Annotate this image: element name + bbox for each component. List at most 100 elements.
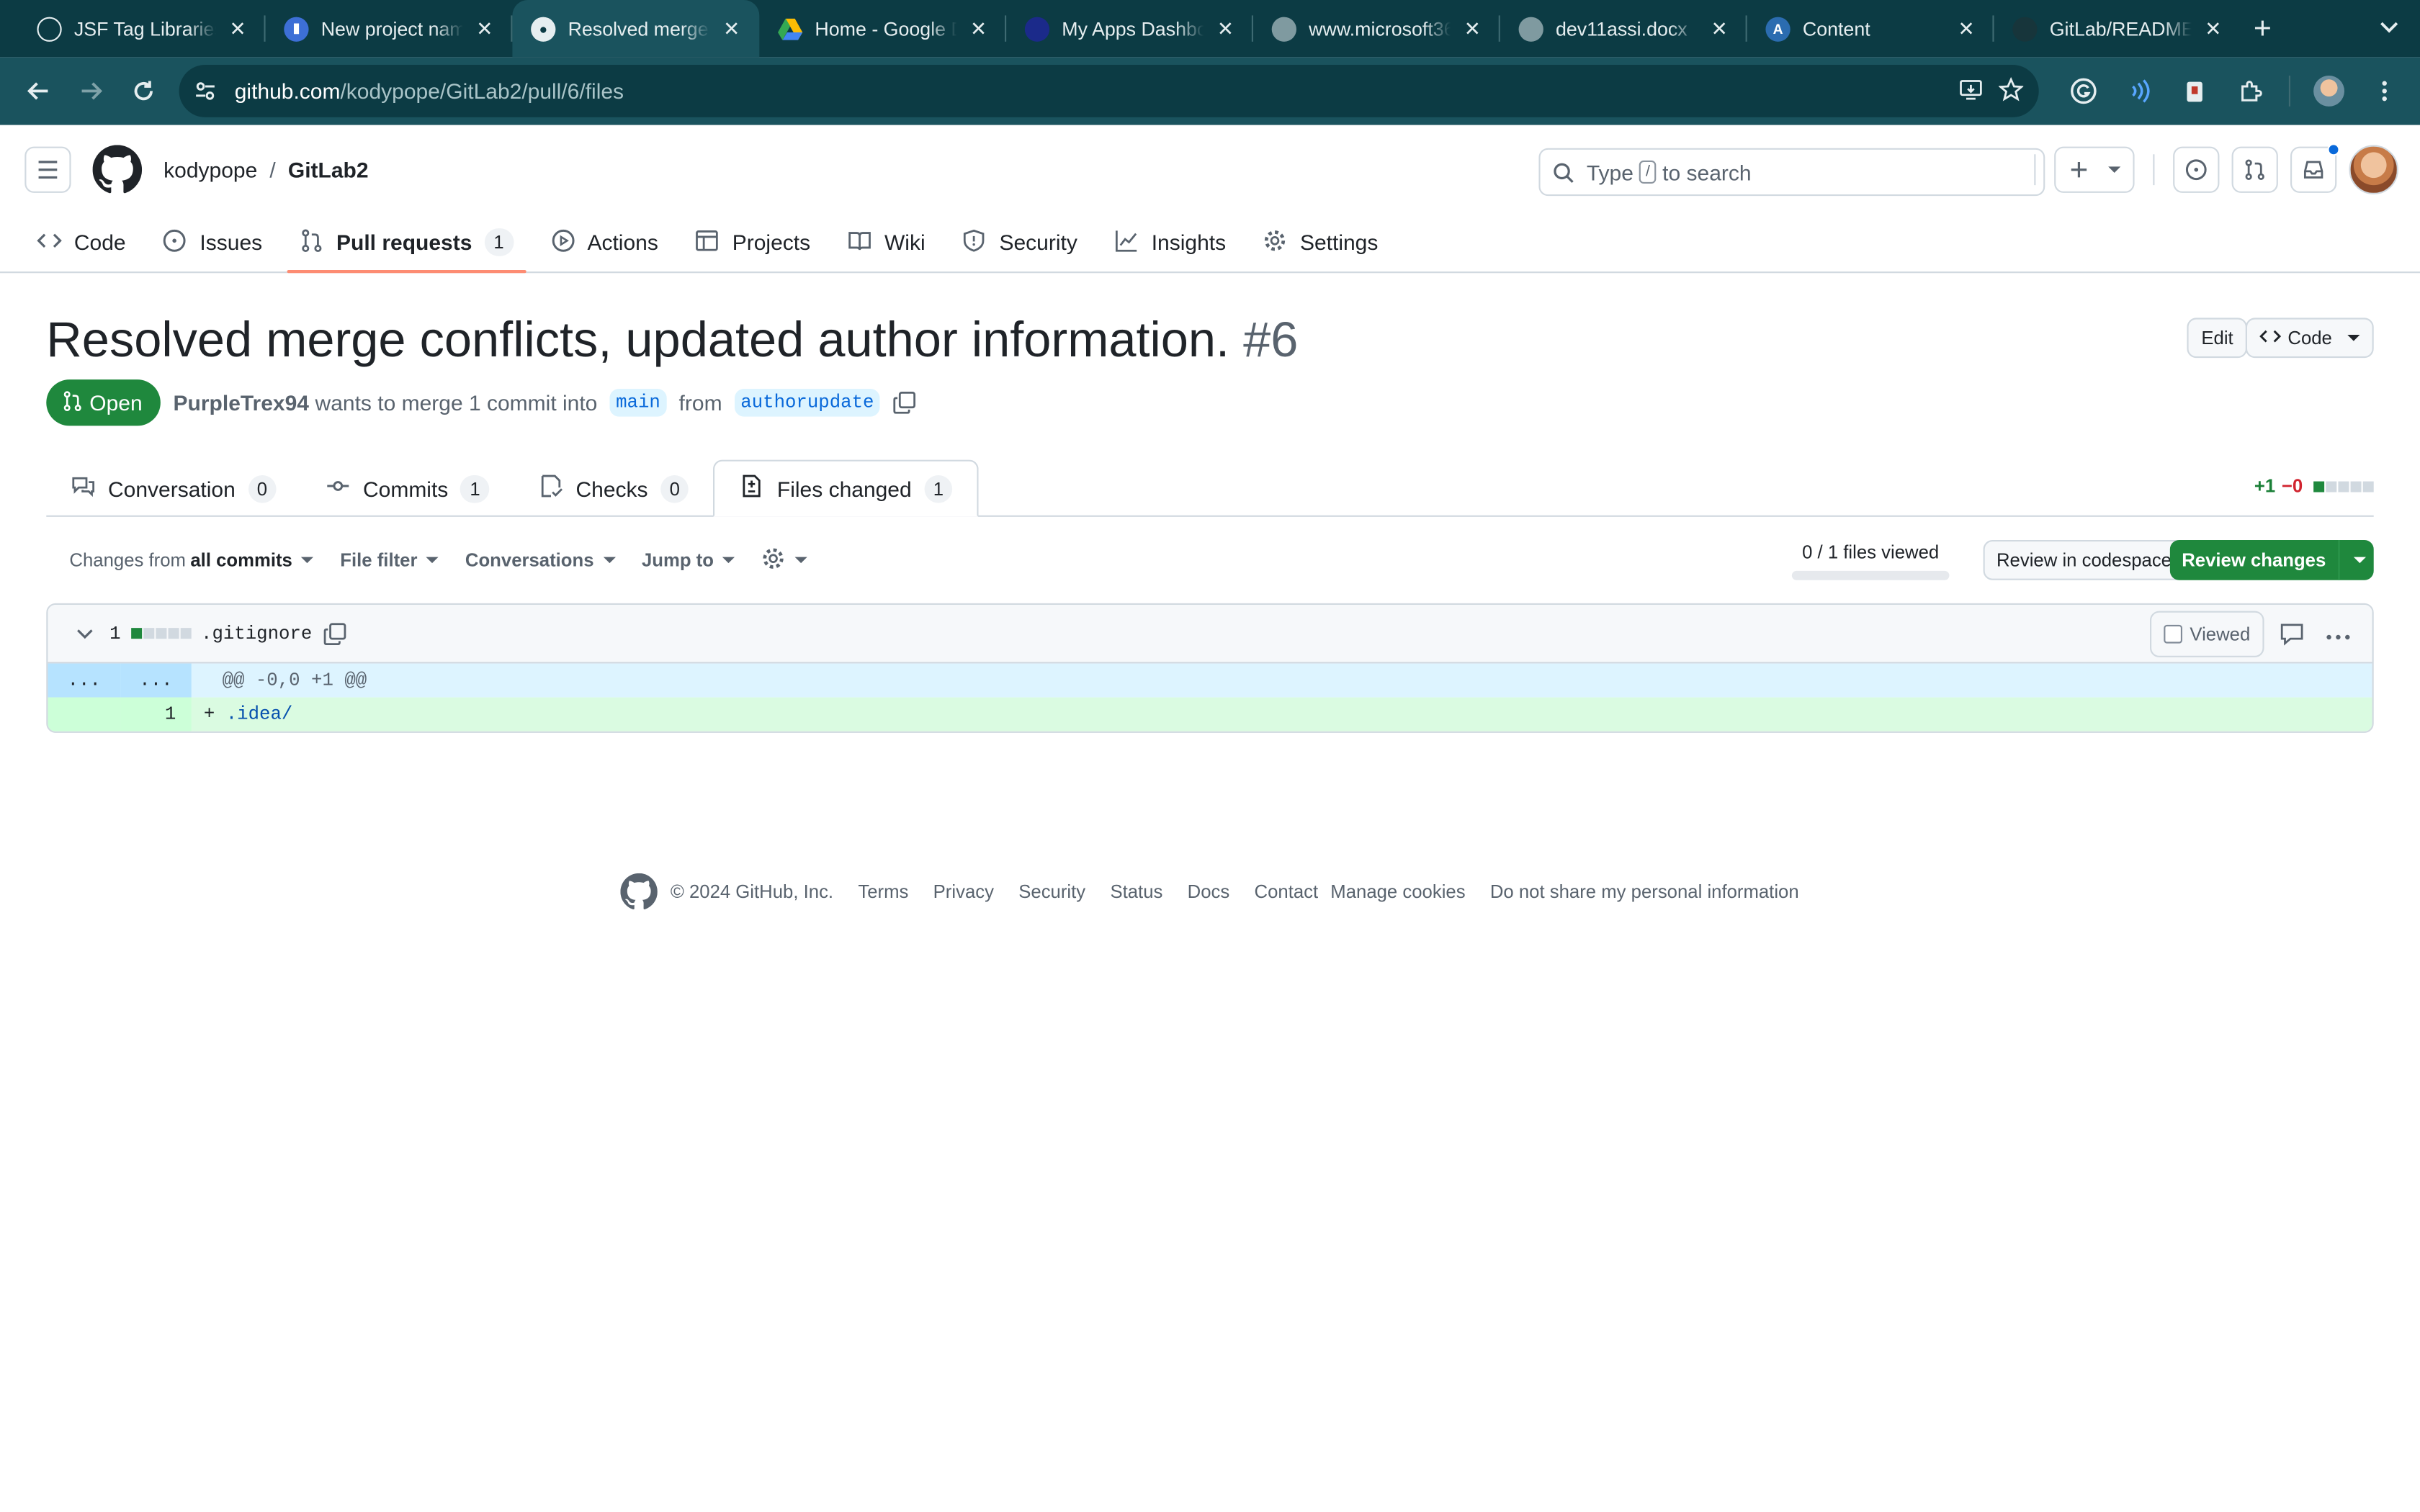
edit-button[interactable]: Edit [2187, 318, 2247, 359]
audio-extension-icon[interactable] [2116, 65, 2162, 117]
footer-link-contact[interactable]: Contact [1255, 881, 1319, 903]
from-text: from [678, 390, 722, 415]
footer-link-do-not-share[interactable]: Do not share my personal information [1490, 881, 1799, 903]
pull-requests-icon[interactable] [2231, 146, 2278, 193]
reload-icon[interactable] [117, 65, 170, 117]
browser-tab[interactable]: A Content ✕ [1747, 0, 1994, 57]
review-changes-button[interactable]: Review changes [2169, 540, 2374, 580]
footer-link-security[interactable]: Security [1018, 881, 1085, 903]
repo-owner-link[interactable]: kodypope [163, 158, 257, 182]
github-logo-icon[interactable] [621, 873, 658, 910]
clipboard-extension-icon[interactable] [2172, 65, 2218, 117]
hamburger-menu-icon[interactable] [24, 146, 71, 193]
browser-tab-title: Home - Google Dri [815, 17, 956, 40]
bookmark-star-icon[interactable] [1998, 76, 2025, 106]
chevron-down-icon[interactable] [2340, 557, 2374, 564]
browser-tab[interactable]: JSF Tag Libraries ✕ [19, 0, 266, 57]
copy-icon[interactable] [892, 390, 917, 415]
tab-conversation[interactable]: Conversation 0 [46, 460, 301, 517]
browser-tab[interactable]: dev11assi.docx ✕ [1500, 0, 1747, 57]
close-icon[interactable]: ✕ [1954, 17, 1978, 41]
tab-insights[interactable]: Insights [1102, 213, 1238, 271]
close-icon[interactable]: ✕ [720, 17, 744, 41]
browser-tab-title: Content [1802, 17, 1870, 40]
diff-settings-dropdown[interactable] [761, 546, 808, 575]
expand-down-button[interactable]: ... [120, 663, 192, 698]
close-icon[interactable]: ✕ [472, 17, 497, 41]
conversations-dropdown[interactable]: Conversations [465, 549, 616, 571]
close-icon[interactable]: ✕ [1213, 17, 1237, 41]
forward-icon[interactable] [65, 65, 117, 117]
grammarly-extension-icon[interactable] [2061, 65, 2107, 117]
tab-security[interactable]: Security [950, 213, 1090, 271]
browser-tab[interactable]: ▮ New project name ✕ [266, 0, 513, 57]
browser-tab[interactable]: My Apps Dashboard ✕ [1006, 0, 1253, 57]
comment-icon[interactable] [2280, 622, 2304, 652]
browser-menu-icon[interactable] [2362, 65, 2408, 117]
code-icon [2259, 326, 2282, 349]
back-icon[interactable] [12, 65, 65, 117]
close-icon[interactable]: ✕ [225, 17, 250, 41]
issues-icon[interactable] [2173, 146, 2220, 193]
base-branch[interactable]: main [609, 389, 667, 417]
inbox-icon[interactable] [2290, 143, 2340, 193]
author-link[interactable]: PurpleTrex94 [174, 390, 309, 415]
tab-settings[interactable]: Settings [1250, 213, 1390, 271]
search-input[interactable]: Type / to search [1538, 148, 2045, 197]
viewed-label: Viewed [2190, 623, 2251, 645]
jump-to-dropdown[interactable]: Jump to [642, 549, 735, 571]
chevron-down-icon[interactable] [73, 621, 97, 646]
review-in-codespace-button[interactable]: Review in codespace [1982, 540, 2186, 580]
browser-tab[interactable]: www.microsoft365 ✕ [1253, 0, 1500, 57]
tab-commits[interactable]: Commits 1 [301, 460, 514, 517]
footer-link-privacy[interactable]: Privacy [933, 881, 994, 903]
tab-search-chevron-icon[interactable] [2370, 9, 2407, 46]
footer-link-docs[interactable]: Docs [1188, 881, 1230, 903]
browser-tab-title: My Apps Dashboard [1062, 17, 1204, 40]
install-app-icon[interactable] [1958, 76, 1983, 106]
close-icon[interactable]: ✕ [2201, 17, 2226, 41]
create-new-button[interactable] [2054, 146, 2135, 193]
file-name-link[interactable]: .gitignore [201, 623, 312, 644]
close-icon[interactable]: ✕ [966, 17, 990, 41]
tab-projects[interactable]: Projects [683, 213, 823, 271]
kebab-menu-icon[interactable] [2326, 624, 2350, 645]
extensions-puzzle-icon[interactable] [2227, 65, 2273, 117]
site-settings-icon[interactable] [194, 80, 216, 102]
browser-tab[interactable]: GitLab/README.m ✕ [1994, 0, 2241, 57]
browser-tab[interactable]: Home - Google Dri ✕ [759, 0, 1007, 57]
footer-link-status[interactable]: Status [1110, 881, 1162, 903]
tab-pull-requests[interactable]: Pull requests 1 [287, 213, 525, 274]
profile-avatar-icon[interactable] [2305, 65, 2352, 117]
tab-actions[interactable]: Actions [538, 213, 671, 271]
avatar[interactable] [2349, 145, 2398, 194]
tab-code[interactable]: Code [24, 213, 138, 271]
browser-tab-active[interactable]: ● Resolved merge co ✕ [512, 0, 760, 58]
new-line-number[interactable]: 1 [120, 697, 192, 732]
repo-name-link[interactable]: GitLab2 [288, 158, 369, 182]
tab-files-changed[interactable]: Files changed 1 [714, 459, 980, 517]
pr-number: #6 [1243, 311, 1299, 367]
close-icon[interactable]: ✕ [1707, 17, 1731, 41]
expand-up-button[interactable]: ... [48, 663, 121, 698]
viewed-checkbox[interactable]: Viewed [2149, 611, 2264, 657]
browser-tab-title: JSF Tag Libraries [73, 17, 216, 40]
changes-from-dropdown[interactable]: Changes from all commits [69, 549, 314, 571]
head-branch[interactable]: authorupdate [734, 389, 881, 417]
tab-issues[interactable]: Issues [151, 213, 274, 271]
file-filter-dropdown[interactable]: File filter [340, 549, 439, 571]
copy-icon[interactable] [323, 621, 347, 646]
footer-link-terms[interactable]: Terms [858, 881, 908, 903]
page-title: Resolved merge conflicts, updated author… [46, 309, 2373, 371]
github-logo-icon[interactable] [92, 145, 143, 194]
globe-icon [1518, 16, 1543, 41]
footer-link-manage-cookies[interactable]: Manage cookies [1330, 881, 1465, 903]
tab-label: Pull requests [336, 230, 472, 255]
files-viewed-label: 0 / 1 files viewed [1802, 541, 1940, 564]
close-icon[interactable]: ✕ [1460, 17, 1484, 41]
tab-checks[interactable]: Checks 0 [514, 460, 714, 517]
address-bar[interactable]: github.com/kodypope/GitLab2/pull/6/files [179, 65, 2039, 117]
tab-wiki[interactable]: Wiki [835, 213, 937, 271]
new-tab-button[interactable]: + [2241, 8, 2284, 51]
code-button[interactable]: Code [2246, 318, 2374, 359]
